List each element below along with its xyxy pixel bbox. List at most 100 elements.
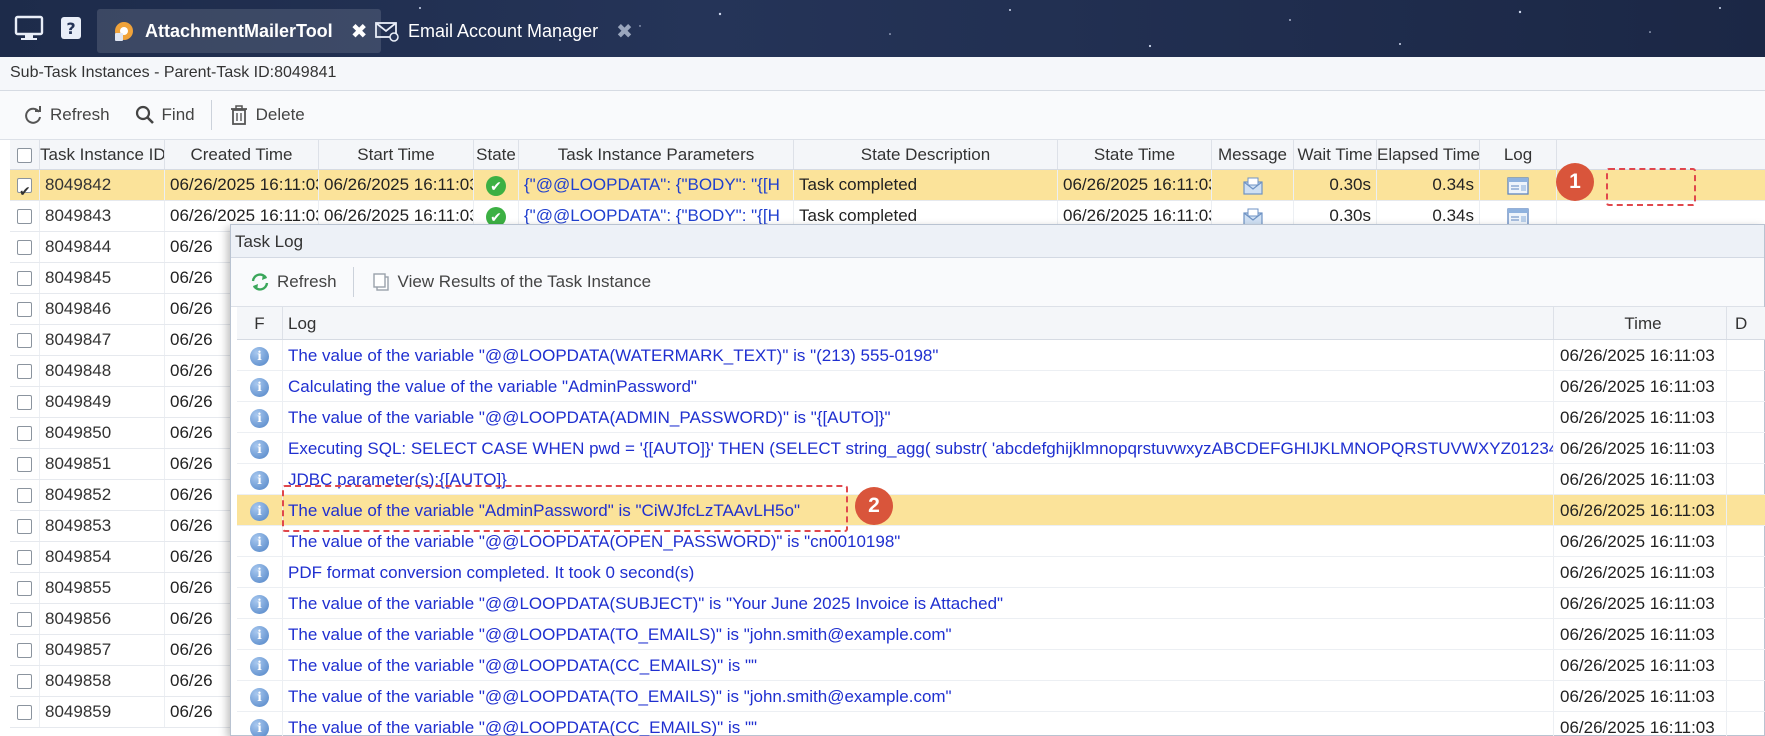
tab-attachment-mailer-tool[interactable]: AttachmentMailerTool ✖ bbox=[97, 9, 382, 53]
tab-email-account-manager[interactable]: Email Account Manager ✖ bbox=[360, 9, 647, 53]
row-checkbox[interactable] bbox=[10, 604, 40, 634]
log-d-cell bbox=[1727, 433, 1765, 463]
row-checkbox[interactable] bbox=[10, 232, 40, 262]
log-refresh-button[interactable]: Refresh bbox=[237, 265, 349, 299]
table-row[interactable]: 804984206/26/2025 16:11:0306/26/2025 16:… bbox=[10, 170, 1765, 201]
log-row[interactable]: i The value of the variable "@@LOOPDATA(T… bbox=[237, 681, 1765, 712]
help-icon[interactable]: ? bbox=[54, 12, 88, 44]
select-all-checkbox[interactable] bbox=[10, 140, 40, 169]
row-checkbox[interactable] bbox=[10, 449, 40, 479]
row-checkbox[interactable] bbox=[10, 170, 40, 200]
log-row[interactable]: i The value of the variable "@@LOOPDATA(S… bbox=[237, 588, 1765, 619]
column-header[interactable]: Elapsed Time bbox=[1377, 140, 1480, 169]
column-header-time[interactable]: Time bbox=[1554, 307, 1727, 339]
find-button[interactable]: Find bbox=[122, 98, 207, 132]
delete-button[interactable]: Delete bbox=[216, 98, 317, 132]
task-instance-id: 8049858 bbox=[40, 666, 165, 696]
log-row[interactable]: i The value of the variable "AdminPasswor… bbox=[237, 495, 1765, 526]
task-instance-id: 8049844 bbox=[40, 232, 165, 262]
column-header[interactable]: Message bbox=[1212, 140, 1294, 169]
row-checkbox[interactable] bbox=[10, 263, 40, 293]
close-icon[interactable]: ✖ bbox=[616, 19, 633, 44]
info-icon: i bbox=[237, 526, 283, 556]
refresh-button[interactable]: Refresh bbox=[10, 98, 122, 132]
info-icon: i bbox=[237, 681, 283, 711]
log-d-cell bbox=[1727, 340, 1765, 370]
row-checkbox[interactable] bbox=[10, 511, 40, 541]
log-grid: F Log Time D i The value of the variable … bbox=[237, 307, 1765, 736]
row-checkbox[interactable] bbox=[10, 635, 40, 665]
log-row[interactable]: i The value of the variable "@@LOOPDATA(C… bbox=[237, 650, 1765, 681]
log-row[interactable]: i Calculating the value of the variable "… bbox=[237, 371, 1765, 402]
log-d-cell bbox=[1727, 681, 1765, 711]
task-instance-id: 8049846 bbox=[40, 294, 165, 324]
column-header[interactable]: Task Instance Parameters bbox=[519, 140, 794, 169]
log-time: 06/26/2025 16:11:03 bbox=[1554, 464, 1727, 494]
log-grid-body: i The value of the variable "@@LOOPDATA(W… bbox=[237, 340, 1765, 736]
desktop-icon[interactable] bbox=[12, 12, 46, 44]
row-checkbox[interactable] bbox=[10, 542, 40, 572]
log-time: 06/26/2025 16:11:03 bbox=[1554, 650, 1727, 680]
column-header[interactable]: Task Instance ID bbox=[40, 140, 165, 169]
task-instance-id: 8049845 bbox=[40, 263, 165, 293]
row-checkbox[interactable] bbox=[10, 325, 40, 355]
column-header[interactable]: Start Time bbox=[319, 140, 474, 169]
log-message: The value of the variable "@@LOOPDATA(CC… bbox=[283, 712, 1554, 736]
column-header[interactable]: State Time bbox=[1058, 140, 1212, 169]
log-icon[interactable] bbox=[1480, 170, 1557, 200]
search-icon bbox=[134, 104, 156, 126]
refresh-icon bbox=[249, 271, 271, 293]
row-checkbox[interactable] bbox=[10, 480, 40, 510]
log-d-cell bbox=[1727, 495, 1765, 525]
log-row[interactable]: i PDF format conversion completed. It too… bbox=[237, 557, 1765, 588]
task-instance-id: 8049859 bbox=[40, 697, 165, 727]
log-row[interactable]: i JDBC parameter(s):{[AUTO]} 06/26/2025 16… bbox=[237, 464, 1765, 495]
info-icon: i bbox=[237, 495, 283, 525]
task-instance-id: 8049849 bbox=[40, 387, 165, 417]
column-header-log[interactable]: Log bbox=[283, 307, 1554, 339]
log-message: The value of the variable "@@LOOPDATA(WA… bbox=[283, 340, 1554, 370]
toolbar-divider bbox=[352, 267, 354, 297]
view-results-button[interactable]: View Results of the Task Instance bbox=[358, 265, 664, 299]
column-header-d[interactable]: D bbox=[1727, 307, 1765, 339]
column-header[interactable]: Log bbox=[1480, 140, 1557, 169]
log-message: The value of the variable "@@LOOPDATA(TO… bbox=[283, 619, 1554, 649]
row-checkbox[interactable] bbox=[10, 356, 40, 386]
row-checkbox[interactable] bbox=[10, 294, 40, 324]
row-checkbox[interactable] bbox=[10, 573, 40, 603]
log-row[interactable]: i The value of the variable "@@LOOPDATA(W… bbox=[237, 340, 1765, 371]
log-row[interactable]: i The value of the variable "@@LOOPDATA(A… bbox=[237, 402, 1765, 433]
delete-label: Delete bbox=[255, 105, 305, 124]
column-header[interactable]: Wait Time bbox=[1294, 140, 1377, 169]
log-row[interactable]: i The value of the variable "@@LOOPDATA(T… bbox=[237, 619, 1765, 650]
row-checkbox[interactable] bbox=[10, 418, 40, 448]
row-checkbox[interactable] bbox=[10, 201, 40, 231]
task-instance-id: 8049847 bbox=[40, 325, 165, 355]
log-row[interactable]: i The value of the variable "@@LOOPDATA(O… bbox=[237, 526, 1765, 557]
log-time: 06/26/2025 16:11:03 bbox=[1554, 557, 1727, 587]
log-d-cell bbox=[1727, 557, 1765, 587]
column-header[interactable]: Created Time bbox=[165, 140, 319, 169]
log-time: 06/26/2025 16:11:03 bbox=[1554, 526, 1727, 556]
log-row[interactable]: i The value of the variable "@@LOOPDATA(C… bbox=[237, 712, 1765, 736]
row-checkbox[interactable] bbox=[10, 666, 40, 696]
row-checkbox[interactable] bbox=[10, 697, 40, 727]
log-row[interactable]: i Executing SQL: SELECT CASE WHEN pwd = '… bbox=[237, 433, 1765, 464]
dialog-title: Task Log bbox=[231, 225, 1764, 258]
log-d-cell bbox=[1727, 526, 1765, 556]
info-icon: i bbox=[237, 619, 283, 649]
column-header[interactable]: State bbox=[474, 140, 519, 169]
refresh-label: Refresh bbox=[50, 105, 110, 124]
log-time: 06/26/2025 16:11:03 bbox=[1554, 433, 1727, 463]
state-time: 06/26/2025 16:11:03 bbox=[1058, 170, 1212, 200]
column-header[interactable]: State Description bbox=[794, 140, 1058, 169]
log-time: 06/26/2025 16:11:03 bbox=[1554, 712, 1727, 736]
column-header-flag[interactable]: F bbox=[237, 307, 283, 339]
message-icon[interactable] bbox=[1212, 170, 1294, 200]
row-checkbox[interactable] bbox=[10, 387, 40, 417]
task-instance-id: 8049852 bbox=[40, 480, 165, 510]
log-message: The value of the variable "@@LOOPDATA(TO… bbox=[283, 681, 1554, 711]
task-instance-parameters[interactable]: {"@@LOOPDATA": {"BODY": "{[H bbox=[519, 170, 794, 200]
info-icon: i bbox=[237, 433, 283, 463]
svg-text:?: ? bbox=[66, 19, 75, 38]
